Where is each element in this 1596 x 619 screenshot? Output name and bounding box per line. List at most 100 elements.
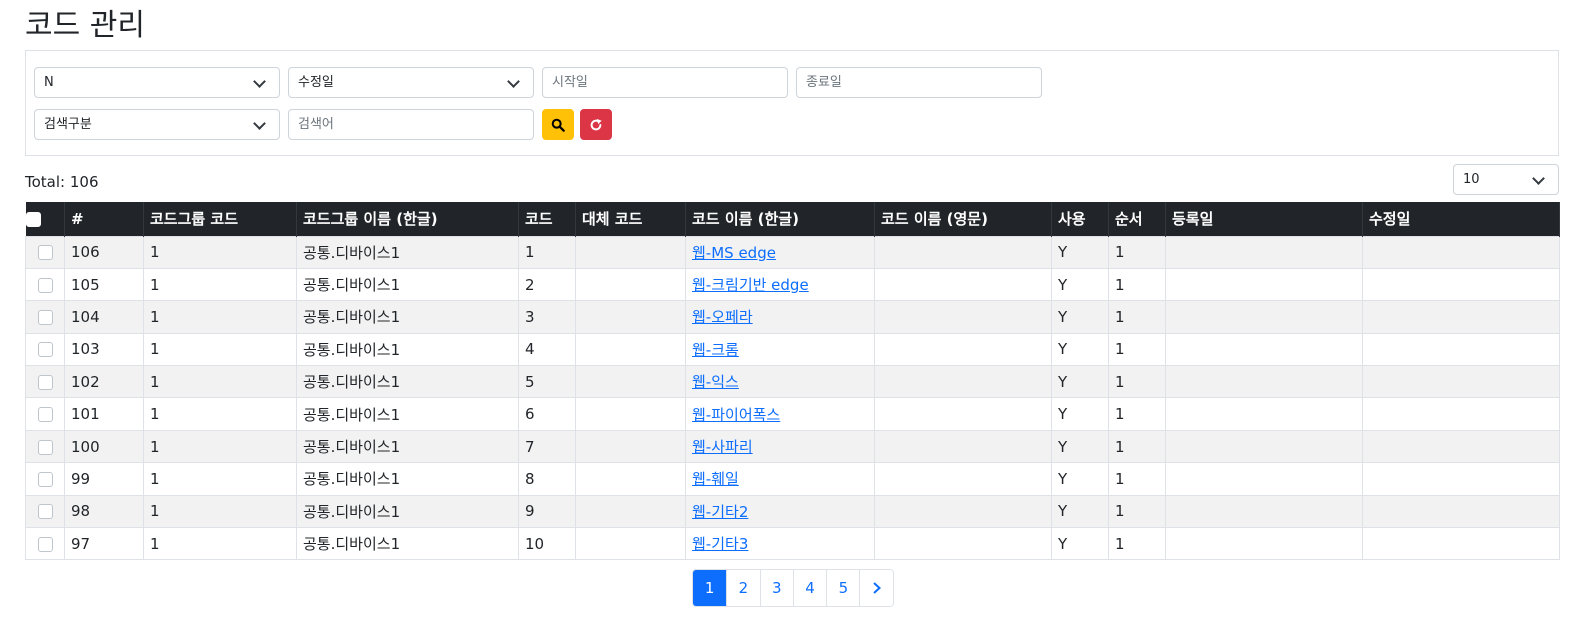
- column-header[interactable]: 코드그룹 이름 (한글): [296, 202, 519, 236]
- keyword-placeholder: 검색어: [298, 117, 334, 132]
- start-date-placeholder: 시작일: [552, 75, 588, 90]
- group-name-cell: 공통.디바이스1: [296, 332, 519, 367]
- keyword-input[interactable]: 검색어: [288, 109, 534, 140]
- column-header[interactable]: 코드그룹 코드: [143, 202, 297, 236]
- column-header[interactable]: #: [64, 202, 144, 236]
- table-row[interactable]: 97 1 공통.디바이스1 10 웹-기타3 Y 1: [25, 527, 1560, 561]
- page-size-select[interactable]: 10: [1453, 164, 1559, 195]
- column-header[interactable]: 등록일: [1165, 202, 1363, 236]
- page-link-3[interactable]: 3: [759, 570, 793, 606]
- use-flag-cell: Y: [1051, 397, 1109, 431]
- page-link-4[interactable]: 4: [792, 570, 827, 606]
- code-name-en-cell: [874, 300, 1052, 334]
- column-header[interactable]: 코드: [518, 202, 576, 236]
- code-name-link[interactable]: 웹-크롬: [692, 341, 739, 359]
- row-checkbox[interactable]: [37, 309, 53, 325]
- code-cell: 5: [518, 365, 576, 399]
- table-row[interactable]: 100 1 공통.디바이스1 7 웹-사파리 Y 1: [25, 429, 1560, 464]
- select-all-checkbox[interactable]: [25, 211, 41, 227]
- code-name-link[interactable]: 웹-익스: [692, 373, 739, 391]
- row-number-cell: 106: [64, 235, 144, 269]
- chevron-right-icon: [872, 582, 881, 594]
- row-select-cell: [25, 494, 65, 529]
- date-type-select[interactable]: 수정일: [288, 67, 534, 98]
- code-cell: 3: [518, 300, 576, 334]
- row-checkbox[interactable]: [37, 342, 53, 358]
- row-checkbox[interactable]: [37, 504, 53, 520]
- row-select-cell: [25, 397, 65, 431]
- group-code-cell: 1: [143, 365, 297, 399]
- code-name-link[interactable]: 웹-기타2: [692, 503, 748, 521]
- code-name-ko-cell: 웹-익스: [685, 365, 875, 399]
- code-name-ko-cell: 웹-크림기반 edge: [685, 267, 875, 302]
- code-name-ko-cell: 웹-파이어폭스: [685, 397, 875, 431]
- page-link-5[interactable]: 5: [826, 570, 860, 606]
- updated-date-cell: [1362, 494, 1560, 529]
- row-checkbox[interactable]: [37, 471, 53, 487]
- select-all-cell: [25, 202, 65, 236]
- code-name-en-cell: [874, 332, 1052, 367]
- code-name-link[interactable]: 웹-사파리: [692, 438, 753, 456]
- code-name-link[interactable]: 웹-파이어폭스: [692, 406, 780, 424]
- table-row[interactable]: 106 1 공통.디바이스1 1 웹-MS edge Y 1: [25, 235, 1560, 269]
- table-row[interactable]: 103 1 공통.디바이스1 4 웹-크롬 Y 1: [25, 332, 1560, 367]
- group-code-cell: 1: [143, 527, 297, 561]
- code-name-link[interactable]: 웹-MS edge: [692, 244, 776, 262]
- code-name-link[interactable]: 웹-훼일: [692, 470, 739, 488]
- updated-date-cell: [1362, 429, 1560, 464]
- group-name-cell: 공통.디바이스1: [296, 429, 519, 464]
- column-header[interactable]: 코드 이름 (영문): [874, 202, 1052, 236]
- group-name-cell: 공통.디바이스1: [296, 397, 519, 431]
- table-row[interactable]: 98 1 공통.디바이스1 9 웹-기타2 Y 1: [25, 494, 1560, 529]
- filter-panel: N 수정일 시작일 종료일 검색구분 검색어: [25, 50, 1559, 156]
- row-checkbox[interactable]: [37, 245, 53, 261]
- alt-code-cell: [575, 365, 686, 399]
- row-number-cell: 101: [64, 397, 144, 431]
- code-name-link[interactable]: 웹-크림기반 edge: [692, 276, 809, 294]
- pagination: 1 2 3 4 5: [692, 569, 894, 607]
- use-select[interactable]: N: [34, 67, 280, 98]
- page-link-1[interactable]: 1: [693, 570, 727, 606]
- refresh-icon: [590, 118, 602, 130]
- end-date-input[interactable]: 종료일: [796, 67, 1042, 98]
- next-page-button[interactable]: [859, 570, 893, 606]
- table-row[interactable]: 104 1 공통.디바이스1 3 웹-오페라 Y 1: [25, 300, 1560, 334]
- code-name-link[interactable]: 웹-기타3: [692, 535, 748, 553]
- sort-order-cell: 1: [1108, 300, 1166, 334]
- row-number-cell: 97: [64, 527, 144, 561]
- created-date-cell: [1165, 267, 1363, 302]
- row-checkbox[interactable]: [37, 374, 53, 390]
- column-header[interactable]: 사용: [1051, 202, 1109, 236]
- column-header[interactable]: 코드 이름 (한글): [685, 202, 875, 236]
- table-row[interactable]: 105 1 공통.디바이스1 2 웹-크림기반 edge Y 1: [25, 267, 1560, 302]
- column-header[interactable]: 수정일: [1362, 202, 1560, 236]
- page-link-2[interactable]: 2: [726, 570, 760, 606]
- row-select-cell: [25, 527, 65, 561]
- updated-date-cell: [1362, 397, 1560, 431]
- group-code-cell: 1: [143, 332, 297, 367]
- end-date-placeholder: 종료일: [806, 75, 842, 90]
- table-row[interactable]: 99 1 공통.디바이스1 8 웹-훼일 Y 1: [25, 462, 1560, 496]
- reset-button[interactable]: [580, 109, 612, 140]
- group-code-cell: 1: [143, 397, 297, 431]
- code-name-ko-cell: 웹-사파리: [685, 429, 875, 464]
- use-flag-cell: Y: [1051, 300, 1109, 334]
- use-flag-cell: Y: [1051, 267, 1109, 302]
- code-name-link[interactable]: 웹-오페라: [692, 308, 753, 326]
- row-checkbox[interactable]: [37, 277, 53, 293]
- row-checkbox[interactable]: [37, 439, 53, 455]
- start-date-input[interactable]: 시작일: [542, 67, 788, 98]
- column-header[interactable]: 대체 코드: [575, 202, 686, 236]
- column-header[interactable]: 순서: [1108, 202, 1166, 236]
- alt-code-cell: [575, 300, 686, 334]
- created-date-cell: [1165, 494, 1363, 529]
- group-name-cell: 공통.디바이스1: [296, 462, 519, 496]
- search-button[interactable]: [542, 109, 574, 140]
- table-row[interactable]: 102 1 공통.디바이스1 5 웹-익스 Y 1: [25, 365, 1560, 399]
- row-checkbox[interactable]: [37, 407, 53, 423]
- table-row[interactable]: 101 1 공통.디바이스1 6 웹-파이어폭스 Y 1: [25, 397, 1560, 431]
- row-select-cell: [25, 300, 65, 334]
- row-checkbox[interactable]: [37, 536, 53, 552]
- created-date-cell: [1165, 462, 1363, 496]
- search-type-select[interactable]: 검색구분: [34, 109, 280, 140]
